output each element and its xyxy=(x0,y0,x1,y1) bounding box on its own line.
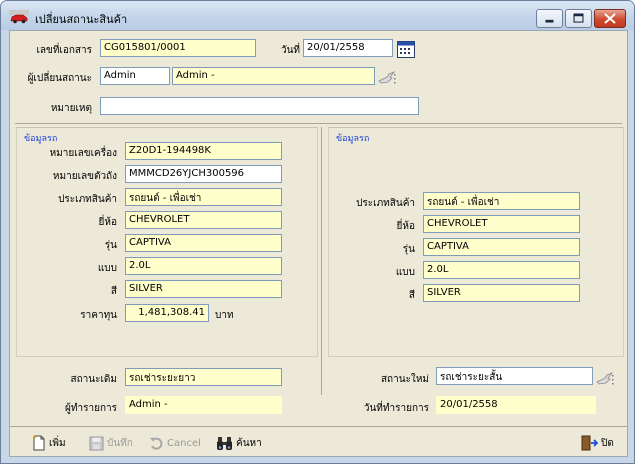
save-label: บันทึก xyxy=(107,437,133,449)
save-disk-icon xyxy=(89,436,104,450)
operator-label: ผู้ทำรายการ xyxy=(65,403,117,414)
cost-field[interactable]: 1,481,308.41 xyxy=(125,304,209,322)
type-label: ประเภทสินค้า xyxy=(58,194,117,205)
right-variant-field[interactable]: 2.0L xyxy=(423,261,580,279)
op-date-label: วันที่ทำรายการ xyxy=(363,403,429,414)
cancel-label: Cancel xyxy=(167,437,201,449)
right-color-field[interactable]: SILVER xyxy=(423,284,580,302)
right-color-label: สี xyxy=(408,290,415,301)
model-label: รุ่น xyxy=(104,240,117,251)
old-status-field[interactable]: รถเช่าระยะยาว xyxy=(125,368,282,386)
header-separator xyxy=(15,123,622,124)
doc-no-label: เลขที่เอกสาร xyxy=(36,45,92,56)
note-field[interactable] xyxy=(100,97,419,115)
app-window: เปลี่ยนสถานะสินค้า เลขที่เอกสาร CG015801… xyxy=(0,0,635,464)
undo-icon xyxy=(150,437,163,450)
lookup-icon[interactable] xyxy=(378,69,398,85)
close-window-button[interactable] xyxy=(594,9,626,28)
right-brand-label: ยี่ห้อ xyxy=(396,221,415,232)
maximize-icon xyxy=(573,13,584,23)
changer-name-field[interactable]: Admin - xyxy=(172,67,375,85)
date-field[interactable]: 20/01/2558 xyxy=(303,39,393,57)
brand-label: ยี่ห้อ xyxy=(98,217,117,228)
exit-door-icon xyxy=(581,435,598,451)
add-label: เพิ่ม xyxy=(49,437,66,449)
variant-label: แบบ xyxy=(97,263,117,274)
note-label: หมายเหตุ xyxy=(50,103,92,114)
add-button[interactable]: เพิ่ม xyxy=(32,434,66,452)
date-label: วันที่ xyxy=(280,45,300,56)
variant-field[interactable]: 2.0L xyxy=(125,257,282,275)
right-model-field[interactable]: CAPTIVA xyxy=(423,238,580,256)
right-type-label: ประเภทสินค้า xyxy=(356,198,415,209)
engine-field[interactable]: Z20D1-194498K xyxy=(125,142,282,160)
changer-label: ผู้เปลี่ยนสถานะ xyxy=(27,73,92,84)
cost-label: ราคาทุน xyxy=(80,310,117,321)
operator-field[interactable]: Admin - xyxy=(125,396,282,414)
new-status-lookup-icon[interactable] xyxy=(596,370,616,386)
close-label: ปิด xyxy=(601,437,614,449)
new-status-label: สถานะใหม่ xyxy=(380,374,429,385)
search-label: ค้นหา xyxy=(236,437,262,449)
chassis-field[interactable]: MMMCD26YJCH300596 xyxy=(125,165,282,183)
chassis-label: หมายเลขตัวถัง xyxy=(52,171,117,182)
car-app-icon xyxy=(9,10,29,24)
right-model-label: รุ่น xyxy=(402,244,415,255)
bottom-toolbar: เพิ่ม บันทึก Cancel ค้นหา ปิด xyxy=(10,426,627,456)
left-group-title: ข้อมูลรถ xyxy=(24,134,58,144)
old-status-label: สถานะเดิม xyxy=(70,374,117,385)
close-button[interactable]: ปิด xyxy=(581,434,614,452)
maximize-button[interactable] xyxy=(565,9,592,28)
save-button[interactable]: บันทึก xyxy=(89,434,133,452)
brand-field[interactable]: CHEVROLET xyxy=(125,211,282,229)
window-title: เปลี่ยนสถานะสินค้า xyxy=(35,13,128,26)
right-type-field[interactable]: รถยนต์ - เพื่อเช่า xyxy=(423,192,580,210)
title-bar[interactable]: เปลี่ยนสถานะสินค้า xyxy=(1,1,634,30)
model-field[interactable]: CAPTIVA xyxy=(125,234,282,252)
changer-code-field[interactable]: Admin xyxy=(100,67,170,85)
close-icon xyxy=(604,13,616,24)
color-field[interactable]: SILVER xyxy=(125,280,282,298)
color-label: สี xyxy=(110,286,117,297)
search-button[interactable]: ค้นหา xyxy=(216,434,262,452)
cost-unit-label: บาท xyxy=(215,310,234,321)
type-field[interactable]: รถยนต์ - เพื่อเช่า xyxy=(125,188,282,206)
right-group-title: ข้อมูลรถ xyxy=(336,134,370,144)
form-body: เลขที่เอกสาร CG015801/0001 วันที่ 20/01/… xyxy=(9,30,628,457)
panel-divider xyxy=(321,127,322,395)
cancel-button[interactable]: Cancel xyxy=(149,434,201,452)
right-variant-label: แบบ xyxy=(395,267,415,278)
minimize-button[interactable] xyxy=(536,9,563,28)
calendar-icon[interactable] xyxy=(397,40,415,58)
new-document-icon xyxy=(33,435,45,451)
new-status-field[interactable]: รถเช่าระยะสั้น xyxy=(436,367,593,385)
op-date-field[interactable]: 20/01/2558 xyxy=(436,396,596,414)
right-brand-field[interactable]: CHEVROLET xyxy=(423,215,580,233)
binoculars-icon xyxy=(217,436,232,450)
minimize-icon xyxy=(545,19,554,23)
engine-label: หมายเลขเครื่อง xyxy=(49,148,117,159)
doc-no-field[interactable]: CG015801/0001 xyxy=(100,39,256,57)
